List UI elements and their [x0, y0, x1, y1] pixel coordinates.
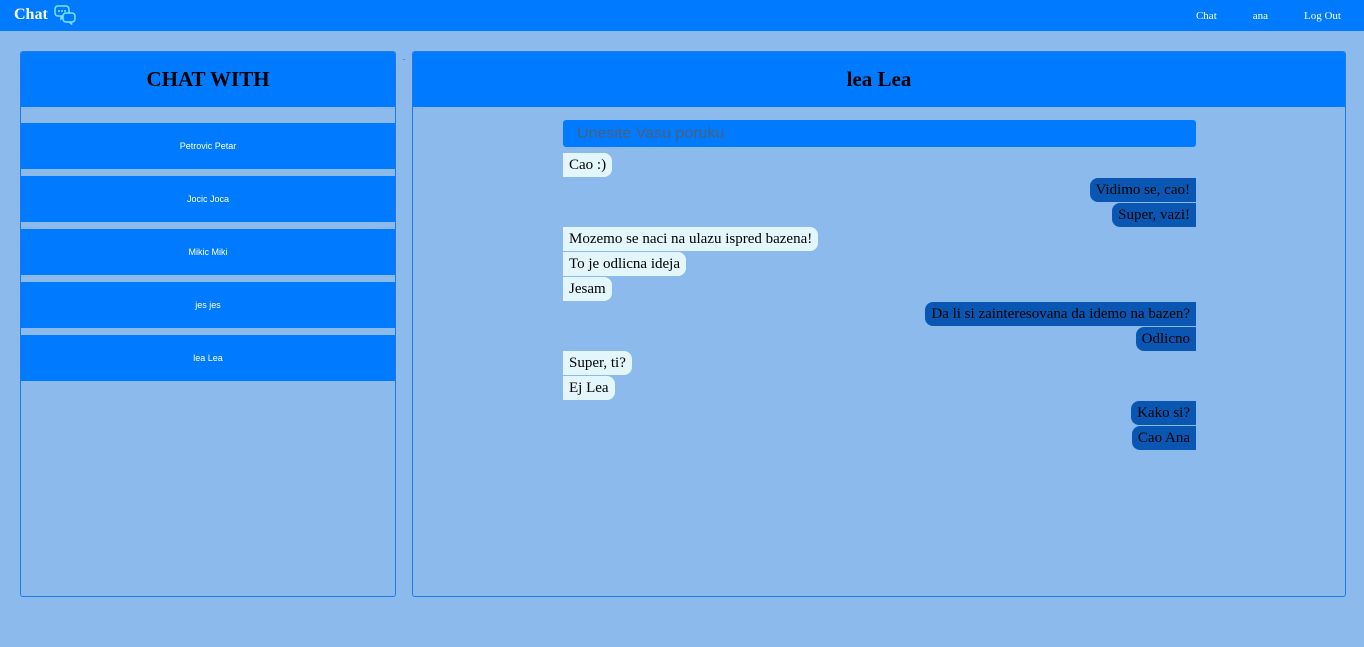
message-row: Super, vazi! — [563, 202, 1196, 228]
contact-item[interactable]: jes jes — [21, 282, 395, 328]
contact-item[interactable]: Petrovic Petar — [21, 123, 395, 169]
contacts-panel: CHAT WITH Petrovic Petar Jocic Joca Miki… — [20, 51, 396, 597]
contacts-panel-title: CHAT WITH — [21, 52, 395, 107]
outgoing-message: Da li si zainteresovana da idemo na baze… — [925, 301, 1196, 326]
message-input[interactable] — [563, 120, 1196, 147]
brand-link[interactable]: Chat — [14, 5, 76, 25]
incoming-message: Super, ti? — [563, 351, 632, 376]
message-row: Da li si zainteresovana da idemo na baze… — [563, 301, 1196, 327]
chat-area: Cao :) Vidimo se, cao! Super, vazi! Moze… — [563, 120, 1196, 451]
brand-title: Chat — [14, 6, 48, 23]
message-row: Vidimo se, cao! — [563, 177, 1196, 203]
outgoing-message: Odlicno — [1135, 326, 1196, 351]
contact-list: Petrovic Petar Jocic Joca Mikic Miki jes… — [21, 107, 395, 381]
message-row: Mozemo se naci na ulazu ispred bazena! — [563, 227, 1196, 252]
message-list: Cao :) Vidimo se, cao! Super, vazi! Moze… — [563, 153, 1196, 451]
nav-link-logout[interactable]: Log Out — [1304, 10, 1341, 22]
top-navbar: Chat Chat ana Log Out — [0, 0, 1364, 31]
nav-links: Chat ana Log Out — [1196, 0, 1364, 31]
incoming-message: Cao :) — [563, 153, 613, 177]
outgoing-message: Super, vazi! — [1112, 202, 1196, 227]
outgoing-message: Cao Ana — [1131, 425, 1196, 450]
nav-link-user[interactable]: ana — [1253, 10, 1268, 22]
separator-dot: . — [403, 53, 405, 62]
incoming-message: Ej Lea — [563, 376, 615, 401]
contact-item[interactable]: Jocic Joca — [21, 176, 395, 222]
contact-item[interactable]: lea Lea — [21, 335, 395, 381]
outgoing-message: Kako si? — [1131, 400, 1196, 425]
message-row: Jesam — [563, 276, 1196, 302]
message-row: To je odlicna ideja — [563, 252, 1196, 277]
nav-link-chat[interactable]: Chat — [1196, 10, 1217, 22]
incoming-message: Jesam — [563, 276, 612, 301]
outgoing-message: Vidimo se, cao! — [1089, 177, 1196, 202]
message-row: Kako si? — [563, 400, 1196, 426]
message-row: Cao Ana — [563, 425, 1196, 451]
message-row: Ej Lea — [563, 376, 1196, 401]
chat-panel: lea Lea Cao :) Vidimo se, cao! Super, va… — [412, 51, 1346, 597]
message-row: Odlicno — [563, 326, 1196, 352]
contact-item[interactable]: Mikic Miki — [21, 229, 395, 275]
chat-title: lea Lea — [413, 52, 1345, 107]
incoming-message: Mozemo se naci na ulazu ispred bazena! — [563, 227, 819, 252]
message-row: Super, ti? — [563, 351, 1196, 376]
message-row: Cao :) — [563, 153, 1196, 178]
incoming-message: To je odlicna ideja — [563, 252, 686, 277]
chat-bubbles-icon — [54, 5, 76, 25]
